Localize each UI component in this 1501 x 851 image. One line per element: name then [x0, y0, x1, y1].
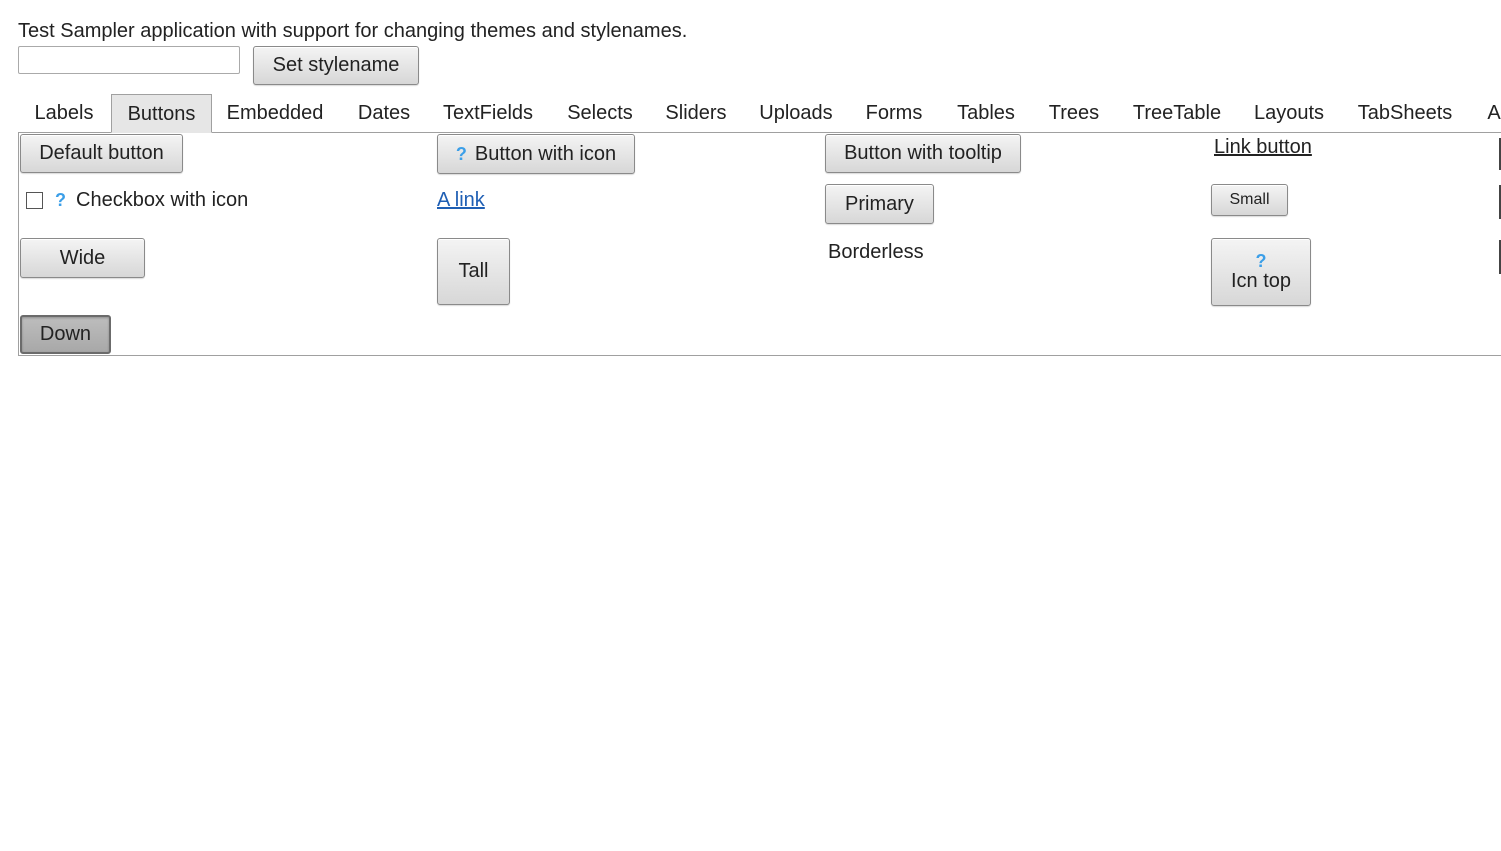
tab-treetable[interactable]: TreeTable [1123, 94, 1231, 132]
wide-button[interactable]: Wide [20, 238, 145, 278]
question-icon: ? [55, 190, 66, 210]
checkbox[interactable] [26, 191, 43, 209]
button-with-icon[interactable]: ? Button with icon [437, 134, 635, 174]
tab-labels[interactable]: Labels [18, 94, 110, 132]
tall-button[interactable]: Tall [437, 238, 510, 305]
tab-uploads[interactable]: Uploads [748, 94, 844, 132]
down-button[interactable]: Down [20, 315, 111, 354]
tab-tabsheets[interactable]: TabSheets [1349, 94, 1461, 132]
a-link[interactable]: A link [437, 189, 485, 212]
stylename-input[interactable] [18, 46, 240, 74]
small-button[interactable]: Small [1211, 184, 1288, 216]
tab-sliders[interactable]: Sliders [654, 94, 738, 132]
tab-trees[interactable]: Trees [1041, 94, 1107, 132]
button-with-tooltip[interactable]: Button with tooltip [825, 134, 1021, 173]
question-icon: ? [1255, 250, 1267, 271]
tab-overflow[interactable]: A [1484, 94, 1501, 132]
borderless-button[interactable]: Borderless [828, 241, 924, 264]
tab-textfields[interactable]: TextFields [432, 94, 544, 132]
tab-tables[interactable]: Tables [945, 94, 1027, 132]
link-button[interactable]: Link button [1214, 136, 1312, 159]
default-button[interactable]: Default button [20, 134, 183, 173]
tab-dates[interactable]: Dates [343, 94, 425, 132]
checkbox-label: Checkbox with icon [76, 188, 249, 211]
icon-top-button[interactable]: ? Icn top [1211, 238, 1311, 306]
question-icon: ? [455, 144, 467, 164]
tab-forms[interactable]: Forms [856, 94, 932, 132]
tab-bar: Labels Buttons Embedded Dates TextFields… [18, 94, 1501, 133]
icon-top-label: Icn top [1230, 269, 1292, 292]
button-with-icon-label: Button with icon [474, 142, 617, 165]
tab-layouts[interactable]: Layouts [1243, 94, 1335, 132]
intro-text: Test Sampler application with support fo… [18, 20, 688, 42]
tab-embedded[interactable]: Embedded [214, 94, 336, 132]
checkbox-with-icon[interactable]: ? Checkbox with icon [26, 188, 248, 212]
tab-selects[interactable]: Selects [552, 94, 648, 132]
set-stylename-button[interactable]: Set stylename [253, 46, 419, 85]
primary-button[interactable]: Primary [825, 184, 934, 224]
tab-buttons[interactable]: Buttons [111, 94, 212, 133]
